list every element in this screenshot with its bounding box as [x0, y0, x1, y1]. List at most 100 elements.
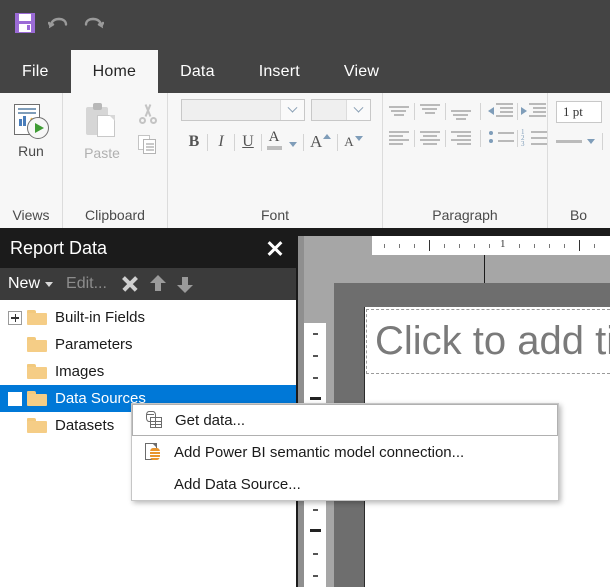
ribbon-group-paragraph-label: Paragraph: [383, 202, 547, 228]
save-icon: [15, 13, 35, 33]
align-right-button[interactable]: [448, 128, 474, 148]
bulleted-list-button[interactable]: [487, 128, 515, 148]
report-builder-window: File Home Data Insert View Run Views: [0, 0, 610, 587]
ribbon-tab-strip: File Home Data Insert View: [0, 45, 610, 93]
context-menu-item-add-data-source[interactable]: Add Data Source...: [132, 468, 558, 500]
paste-button-label: Paste: [84, 145, 120, 161]
decrease-indent-button[interactable]: [487, 101, 515, 121]
context-menu: Get data... Add Power BI semantic model …: [131, 403, 559, 501]
no-icon-placeholder: [138, 473, 168, 495]
ribbon-group-clipboard-label: Clipboard: [63, 202, 167, 228]
font-color-swatch: [267, 146, 282, 150]
new-button-label: New: [8, 275, 40, 293]
quick-access-toolbar: [0, 0, 610, 45]
context-menu-item-label: Get data...: [175, 412, 245, 429]
ribbon-group-font-label: Font: [168, 202, 382, 228]
align-top-button[interactable]: [386, 101, 412, 121]
border-width-field[interactable]: 1 pt: [556, 101, 602, 123]
italic-button[interactable]: I: [208, 130, 234, 154]
grow-font-arrow-icon: [323, 134, 331, 139]
save-button[interactable]: [12, 10, 38, 36]
report-data-toolbar: New Edit...: [0, 268, 296, 300]
font-size-dropdown-icon[interactable]: [346, 100, 370, 120]
move-down-icon[interactable]: [174, 273, 196, 295]
canvas-guide-line: [484, 255, 485, 283]
tab-file[interactable]: File: [0, 50, 71, 93]
shrink-font-label: A: [344, 134, 353, 150]
align-bottom-button[interactable]: [448, 101, 474, 121]
grow-font-button[interactable]: A: [310, 132, 331, 152]
edit-button: Edit...: [66, 275, 107, 293]
cut-button[interactable]: [135, 101, 161, 127]
tab-view[interactable]: View: [322, 50, 401, 93]
expand-icon[interactable]: [8, 311, 22, 325]
font-name-dropdown-icon[interactable]: [280, 100, 304, 120]
title-placeholder: Click to add title: [375, 319, 610, 364]
align-middle-button[interactable]: [417, 101, 443, 121]
border-style-dropdown-icon[interactable]: [587, 139, 595, 144]
expander-spacer: [8, 338, 22, 352]
context-menu-item-get-data[interactable]: Get data...: [132, 404, 558, 436]
copy-icon: [138, 135, 158, 155]
close-icon[interactable]: [264, 237, 286, 259]
report-data-header: Report Data: [0, 228, 296, 268]
tree-item-label: Images: [55, 363, 104, 380]
scissors-icon: [138, 104, 158, 124]
tree-item-label: Built-in Fields: [55, 309, 145, 326]
tree-item-built-in-fields[interactable]: Built-in Fields: [0, 304, 296, 331]
ribbon: Run Views Paste: [0, 93, 610, 228]
increase-indent-button[interactable]: [520, 101, 548, 121]
bold-button[interactable]: B: [181, 130, 207, 154]
run-button-label: Run: [18, 143, 44, 159]
font-color-button[interactable]: A: [262, 129, 286, 155]
ribbon-group-clipboard: Paste Clipboard: [62, 93, 167, 228]
ribbon-group-font: B I U A A: [167, 93, 382, 228]
shrink-font-button[interactable]: A: [344, 134, 362, 150]
run-button[interactable]: Run: [2, 99, 60, 159]
folder-icon: [27, 364, 47, 379]
expander-spacer: [8, 365, 22, 379]
align-center-button[interactable]: [417, 128, 443, 148]
grow-font-label: A: [310, 132, 322, 152]
folder-icon: [27, 391, 47, 406]
tree-item-label: Parameters: [55, 336, 133, 353]
tree-item-parameters[interactable]: Parameters: [0, 331, 296, 358]
powerbi-dataset-icon: [138, 441, 168, 463]
shrink-font-arrow-icon: [355, 136, 363, 141]
border-style-line-icon: [556, 140, 582, 143]
align-left-button[interactable]: [386, 128, 412, 148]
horizontal-ruler: 1: [372, 236, 610, 255]
redo-icon: [82, 14, 104, 32]
undo-button[interactable]: [46, 10, 72, 36]
underline-button[interactable]: U: [235, 130, 261, 154]
font-color-dropdown-icon[interactable]: [289, 142, 297, 147]
folder-icon: [27, 310, 47, 325]
expander-spacer: [8, 419, 22, 433]
report-title-textbox[interactable]: Click to add title: [366, 309, 610, 374]
copy-button[interactable]: [135, 132, 161, 158]
paste-button[interactable]: Paste: [73, 99, 131, 161]
folder-icon: [27, 337, 47, 352]
context-menu-item-add-powerbi-semantic-model[interactable]: Add Power BI semantic model connection..…: [132, 436, 558, 468]
undo-icon: [48, 14, 70, 32]
numbered-list-button[interactable]: 1 2 3: [520, 128, 548, 148]
new-button[interactable]: New: [8, 275, 53, 293]
tab-insert[interactable]: Insert: [237, 50, 322, 93]
ribbon-group-paragraph: 1 2 3 Paragraph: [382, 93, 547, 228]
redo-button[interactable]: [80, 10, 106, 36]
tab-home[interactable]: Home: [71, 50, 158, 93]
ribbon-group-views-label: Views: [0, 202, 62, 228]
delete-icon[interactable]: [118, 272, 142, 296]
move-up-icon[interactable]: [147, 273, 169, 295]
paste-icon: [84, 103, 120, 141]
ribbon-group-border-label: Bo: [548, 202, 609, 228]
tab-data[interactable]: Data: [158, 50, 237, 93]
font-name-combo[interactable]: [181, 99, 305, 121]
ribbon-group-border: 1 pt Bo: [547, 93, 609, 228]
tree-item-images[interactable]: Images: [0, 358, 296, 385]
folder-icon: [27, 418, 47, 433]
tree-item-label: Datasets: [55, 417, 114, 434]
font-size-combo[interactable]: [311, 99, 371, 121]
ruler-label-1: 1: [500, 238, 506, 250]
font-color-label: A: [269, 129, 280, 146]
